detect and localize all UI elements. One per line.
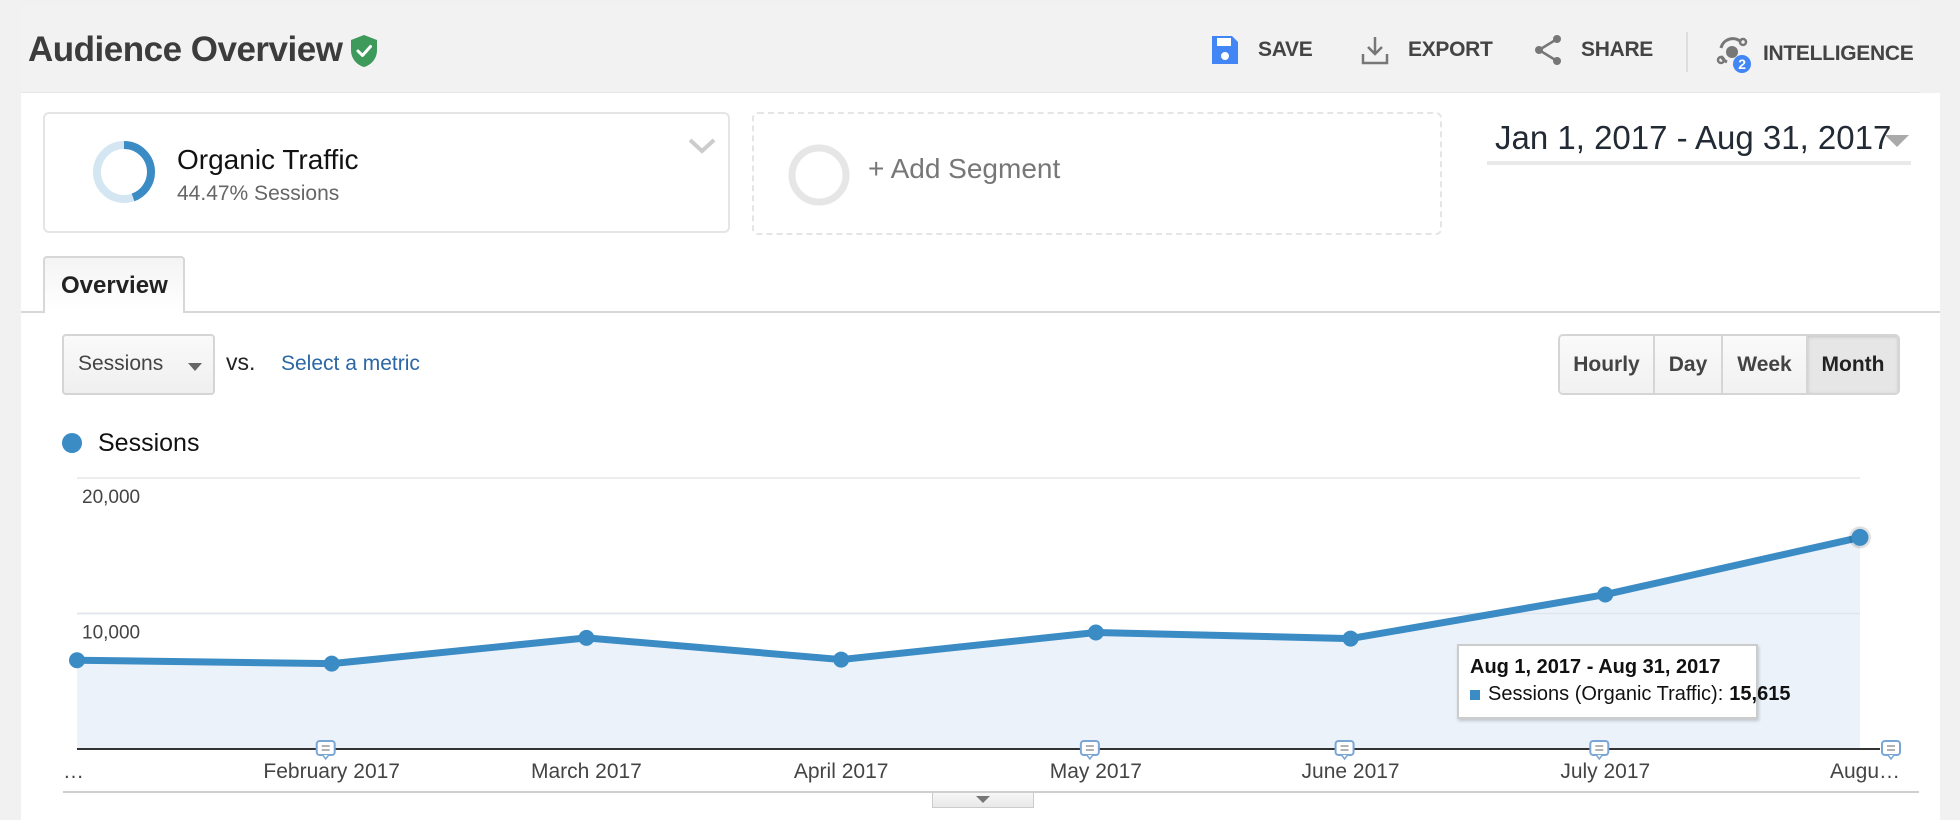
x-tick-label: March 2017: [531, 760, 642, 783]
x-tick-label: Augu…: [1830, 760, 1900, 783]
intelligence-label: INTELLIGENCE: [1763, 42, 1914, 65]
annotation-marker-icon[interactable]: [1589, 740, 1610, 761]
save-button[interactable]: SAVE: [1210, 34, 1313, 66]
data-point: [323, 655, 340, 672]
intelligence-icon: 2: [1716, 37, 1751, 73]
data-point: [578, 629, 595, 646]
export-button[interactable]: EXPORT: [1360, 34, 1493, 66]
caret-down-icon: [976, 796, 990, 803]
x-tick-label: …: [63, 760, 84, 783]
share-icon: [1535, 35, 1561, 65]
data-point: [69, 652, 85, 669]
page-title: Audience Overview: [28, 30, 343, 69]
annotation-marker-icon[interactable]: [1881, 740, 1901, 761]
header-bar: Audience Overview SAVE EXPORT SHARE 2 IN…: [0, 0, 1960, 94]
tooltip-title: Aug 1, 2017 - Aug 31, 2017: [1470, 656, 1721, 678]
toolbar-divider: [1686, 32, 1688, 72]
intelligence-badge: 2: [1738, 56, 1746, 72]
x-tick-label: June 2017: [1302, 760, 1400, 783]
y-tick-label: 10,000: [82, 623, 140, 644]
share-label: SHARE: [1581, 38, 1654, 61]
data-point: [833, 651, 850, 668]
x-tick-label: April 2017: [794, 760, 889, 783]
annotation-marker-icon[interactable]: [1334, 740, 1355, 761]
shield-check-icon: [351, 35, 377, 67]
download-icon: [1361, 37, 1389, 65]
annotation-marker-icon[interactable]: [315, 740, 336, 761]
y-tick-label: 20,000: [82, 487, 140, 508]
annotation-marker-icon[interactable]: [1079, 740, 1100, 761]
x-tick-label: July 2017: [1560, 760, 1650, 783]
tooltip-swatch: [1470, 689, 1480, 700]
tooltip-value: 15,615: [1729, 683, 1791, 705]
export-label: EXPORT: [1408, 38, 1493, 61]
data-point: [1087, 624, 1104, 641]
chart-tooltip: Aug 1, 2017 - Aug 31, 2017 Sessions (Org…: [1457, 644, 1790, 719]
x-tick-label: May 2017: [1050, 760, 1142, 783]
save-label: SAVE: [1258, 38, 1313, 61]
expand-chart-toggle[interactable]: [932, 793, 1034, 808]
share-button[interactable]: SHARE: [1533, 34, 1653, 66]
report-panel: Organic Traffic 44.47% Sessions + Add Se…: [21, 93, 1940, 820]
data-point: [1597, 586, 1614, 603]
save-icon: [1212, 36, 1238, 64]
tooltip-row: Sessions (Organic Traffic): 15,615: [1470, 683, 1790, 706]
tooltip-series-label: Sessions (Organic Traffic):: [1488, 683, 1724, 705]
data-point: [1342, 630, 1359, 647]
intelligence-button[interactable]: 2 INTELLIGENCE: [1715, 34, 1914, 74]
x-tick-label: February 2017: [263, 760, 400, 783]
data-point: [1851, 528, 1869, 546]
